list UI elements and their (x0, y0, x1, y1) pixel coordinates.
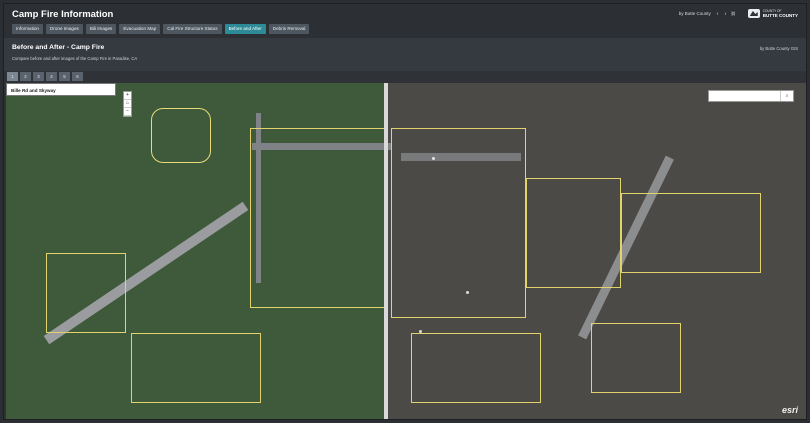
tab-cal-fire-structure-status[interactable]: Cal Fire Structure Status (163, 24, 222, 34)
parcel-boundary (411, 333, 541, 403)
page-2[interactable]: 2 (20, 72, 31, 81)
page-4[interactable]: 4 (46, 72, 57, 81)
parcel-boundary (526, 178, 621, 288)
map-marker (419, 330, 422, 333)
home-button[interactable]: ⌂ (124, 100, 131, 108)
page-6[interactable]: 6 (72, 72, 83, 81)
parcel-boundary (621, 193, 761, 273)
search-icon[interactable]: ⌕ (780, 91, 793, 101)
page-1[interactable]: 1 (7, 72, 18, 81)
story-subtitle: Compare before and after images of the C… (12, 56, 138, 61)
tab-debris-removal[interactable]: Debris Removal (268, 24, 310, 34)
parcel-boundary (46, 253, 126, 333)
parcel-boundary (151, 108, 211, 163)
tab-evacuation-map[interactable]: Evacuation Map (119, 24, 161, 34)
parcel-boundary (250, 128, 386, 308)
page-5[interactable]: 5 (59, 72, 70, 81)
page-tabs: 1 2 3 4 5 6 (7, 72, 83, 81)
map-marker (432, 157, 435, 160)
tab-information[interactable]: Information (12, 24, 43, 34)
top-bar: Camp Fire Information Information Drone … (4, 4, 806, 38)
facebook-icon[interactable]: f (715, 11, 720, 16)
link-icon[interactable]: ⛓ (731, 11, 736, 16)
map-marker (466, 291, 469, 294)
parcel-boundary (591, 323, 681, 393)
brand-text: COUNTY OF BUTTE COUNTY (762, 9, 798, 18)
tab-drone-images[interactable]: Drone Images (45, 24, 83, 34)
brand: COUNTY OF BUTTE COUNTY (747, 9, 798, 18)
zoom-out-button[interactable]: − (124, 108, 131, 116)
tab-bar: Information Drone Images Bili Images Eva… (12, 24, 310, 34)
county-logo-icon (747, 9, 760, 18)
tab-bili-images[interactable]: Bili Images (85, 24, 117, 34)
location-label: Bille Rd and Skyway (6, 83, 116, 96)
map-zoom-controls: + ⌂ − (123, 91, 132, 117)
swipe-handle[interactable] (384, 83, 388, 419)
story-credit: by Butte County GIS (759, 46, 798, 51)
social-links: f t ⛓ (715, 11, 736, 16)
app-window: Camp Fire Information Information Drone … (3, 3, 807, 420)
twitter-icon[interactable]: t (723, 11, 728, 16)
zoom-in-button[interactable]: + (124, 92, 131, 100)
credit-text: by Butte County (678, 11, 711, 16)
map-view[interactable]: Bille Rd and Skyway + ⌂ − ⌕ esri (6, 83, 806, 419)
esri-logo: esri (781, 405, 798, 415)
story-header: Before and After - Camp Fire Compare bef… (4, 38, 806, 71)
parcel-boundary (131, 333, 261, 403)
map-search-input[interactable]: ⌕ (708, 90, 794, 102)
top-right-tools: by Butte County f t ⛓ COUNTY OF BUTTE CO… (679, 9, 798, 18)
app-title: Camp Fire Information (12, 9, 114, 20)
parcel-boundary (391, 128, 526, 318)
story-title: Before and After - Camp Fire (12, 44, 105, 51)
page-3[interactable]: 3 (33, 72, 44, 81)
tab-before-and-after[interactable]: Before and After (224, 24, 266, 34)
